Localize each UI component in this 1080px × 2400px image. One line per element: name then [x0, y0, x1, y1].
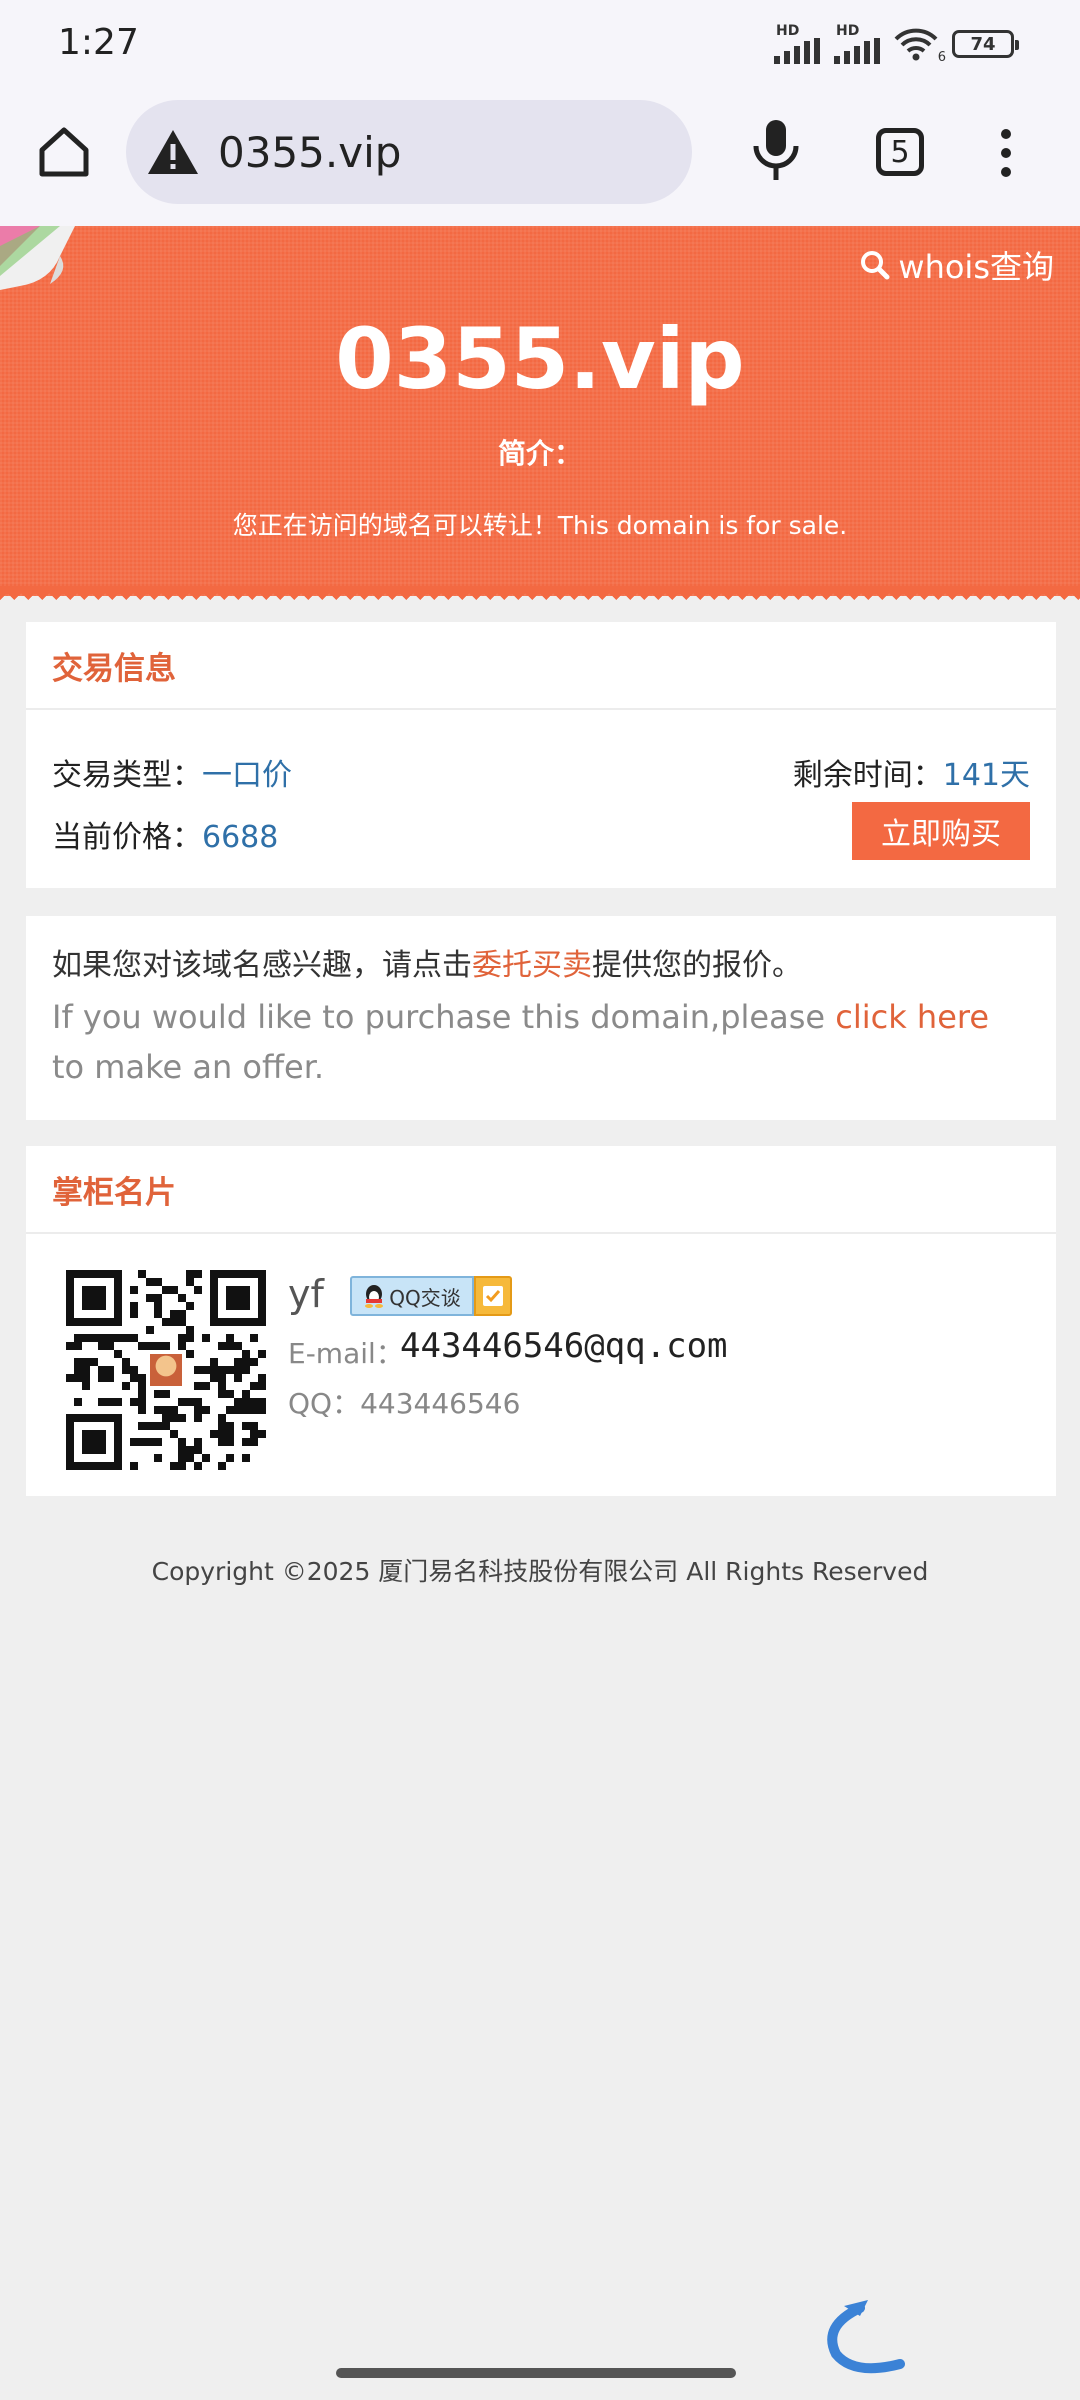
offer-text-cn: 如果您对该域名感兴趣，请点击委托买卖提供您的报价。	[52, 946, 1030, 986]
home-icon[interactable]	[34, 122, 94, 182]
address-bar[interactable]: 0355.vip	[126, 100, 692, 204]
qq-penguin-icon	[365, 1285, 384, 1308]
trade-info-heading: 交易信息	[26, 622, 1056, 710]
search-icon	[861, 251, 890, 280]
qq-chat-label: QQ交谈	[389, 1285, 461, 1310]
tab-count: 5	[890, 134, 910, 170]
corner-ribbon-icon	[0, 226, 80, 296]
offer-en-prefix: If you would like to purchase this domai…	[52, 998, 836, 1036]
offer-text-en: If you would like to purchase this domai…	[52, 992, 1030, 1092]
current-price-value: 6688	[202, 820, 279, 855]
remaining-time-value: 141天	[942, 758, 1030, 793]
signal-icon: HD	[774, 24, 820, 64]
offer-en-suffix: to make an offer.	[52, 1048, 325, 1086]
remaining-time-label: 剩余时间：	[792, 758, 943, 793]
click-here-link[interactable]: click here	[835, 998, 989, 1036]
whois-label[interactable]: whois查询	[898, 242, 1054, 288]
offer-cn-prefix: 如果您对该域名感兴趣，请点击	[52, 948, 472, 983]
trade-type-value: 一口价	[202, 758, 292, 793]
current-price-row: 当前价格：6688	[52, 812, 278, 856]
battery-icon: 74	[952, 30, 1019, 58]
intro-label: 简介：	[497, 437, 582, 470]
whois-link[interactable]: whois查询	[860, 242, 1054, 288]
warning-icon[interactable]	[146, 128, 200, 176]
email-label: E-mail：	[288, 1337, 404, 1370]
remaining-time-row: 剩余时间：141天	[793, 750, 1030, 794]
tabs-icon[interactable]: 5	[876, 128, 924, 176]
hero-zigzag-edge	[0, 586, 1080, 600]
more-vert-icon[interactable]	[996, 128, 1016, 178]
trade-type-label: 交易类型：	[52, 758, 202, 793]
broker-link[interactable]: 委托买卖	[472, 948, 592, 983]
qr-code	[66, 1270, 266, 1470]
wifi-icon: 6	[894, 27, 946, 65]
wifi-label: 6	[937, 50, 946, 65]
sale-description: 您正在访问的域名可以转让！This domain is for sale.	[232, 511, 848, 540]
trade-type-row: 交易类型：一口价	[52, 750, 292, 794]
seller-qq: QQ：443446546	[288, 1387, 521, 1420]
signal-icon: HD	[834, 24, 880, 64]
buy-now-button[interactable]: 立即购买	[852, 802, 1030, 860]
check-icon	[474, 1276, 512, 1316]
hd-label: HD	[776, 23, 800, 39]
status-bar: 1:27 HD HD 6 74	[0, 0, 1080, 90]
seller-email: 443446546@qq.com	[400, 1326, 728, 1366]
copyright-text: Copyright ©2025 厦门易名科技股份有限公司 All Rights …	[151, 1557, 929, 1586]
battery-level: 74	[970, 33, 996, 55]
domain-title: 0355.vip	[335, 310, 745, 408]
browser-toolbar: 0355.vip 5	[0, 90, 1080, 226]
mic-icon[interactable]	[746, 118, 806, 182]
seller-card: 掌柜名片 yf QQ交谈 E-mail： 443446546@qq.com QQ…	[26, 1146, 1056, 1496]
watermark-logo	[820, 2296, 1066, 2380]
status-time: 1:27	[58, 22, 139, 63]
current-price-label: 当前价格：	[52, 820, 202, 855]
offer-cn-suffix: 提供您的报价。	[592, 948, 802, 983]
status-icons: HD HD 6 74	[774, 24, 1019, 65]
trade-info-card: 交易信息 交易类型：一口价 剩余时间：141天 当前价格：6688 立即购买	[26, 622, 1056, 888]
seller-card-heading: 掌柜名片	[26, 1146, 1056, 1234]
qq-chat-button[interactable]: QQ交谈	[350, 1276, 512, 1316]
offer-card: 如果您对该域名感兴趣，请点击委托买卖提供您的报价。 If you would l…	[26, 916, 1056, 1120]
home-indicator[interactable]	[336, 2368, 736, 2378]
hd-label: HD	[836, 23, 860, 39]
url-text[interactable]: 0355.vip	[218, 128, 401, 177]
seller-name: yf	[288, 1272, 324, 1316]
